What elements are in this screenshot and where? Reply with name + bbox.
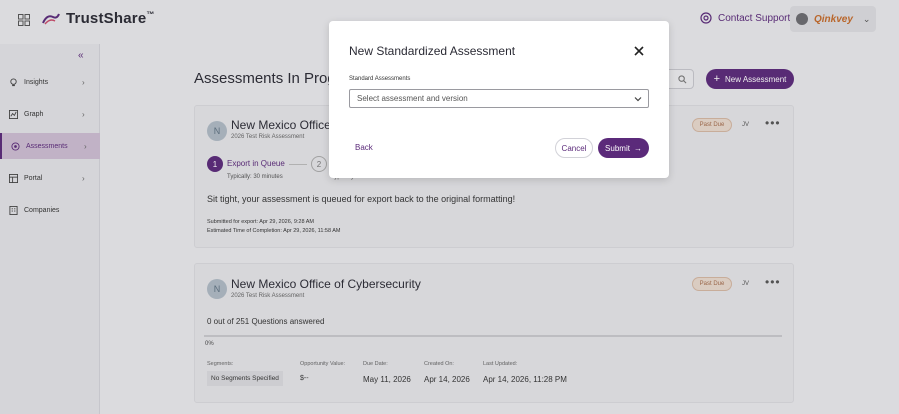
close-button[interactable] [631, 43, 647, 59]
sidebar-item-label: Companies [24, 206, 60, 214]
back-button[interactable]: Back [349, 139, 379, 155]
sidebar-item-label: Assessments [26, 142, 68, 150]
companies-icon [9, 205, 18, 215]
sidebar: « Insights › Graph › Assessments › Porta… [0, 44, 100, 414]
sidebar-item-label: Insights [24, 78, 49, 86]
opportunity-value: $-- [300, 375, 309, 382]
card-avatar: N [207, 279, 227, 299]
trustshare-logo-icon [42, 13, 60, 24]
assessment-select[interactable]: Select assessment and version [349, 89, 649, 108]
segments-value: No Segments Specified [207, 371, 283, 386]
user-menu[interactable]: Qinkvey ⌄ [790, 6, 876, 32]
new-assessment-button[interactable]: + New Assessment [706, 69, 794, 89]
estimated-time: Estimated Time of Completion: Apr 29, 20… [207, 228, 341, 234]
sidebar-item-label: Graph [24, 110, 44, 118]
assessment-card[interactable]: N New Mexico Office of Cybersecurity 202… [194, 263, 794, 403]
card-title[interactable]: New Mexico Office of [231, 118, 344, 132]
step-label: Export in Queue [227, 159, 285, 168]
sidebar-item-label: Portal [24, 174, 43, 182]
card-title[interactable]: New Mexico Office of Cybersecurity [231, 277, 421, 291]
assessment-icon [11, 141, 20, 151]
sidebar-item-companies[interactable]: Companies [0, 197, 100, 223]
portal-icon [9, 173, 18, 183]
step-connector [289, 164, 307, 165]
card-subtitle: 2026 Test Risk Assessment [231, 134, 305, 140]
due-date-value: May 11, 2026 [363, 375, 411, 384]
status-badge: Past Due [692, 118, 732, 132]
progress-label: 0% [205, 341, 214, 347]
sidebar-item-portal[interactable]: Portal › [0, 165, 100, 191]
plus-icon: + [713, 73, 721, 85]
opportunity-label: Opportunity Value: [300, 361, 346, 367]
logo-text: TrustShare™ [66, 10, 155, 27]
created-label: Created On: [424, 361, 454, 367]
more-options-icon[interactable]: ••• [765, 116, 781, 130]
chevron-right-icon: › [82, 77, 85, 87]
last-updated-value: Apr 14, 2026, 11:28 PM [483, 375, 567, 384]
trustshare-logo[interactable]: TrustShare™ [42, 10, 155, 27]
submit-button[interactable]: Submit → [598, 138, 649, 158]
sidebar-item-graph[interactable]: Graph › [0, 101, 100, 127]
chevron-right-icon: › [84, 141, 87, 151]
new-assessment-label: New Assessment [725, 74, 787, 84]
chevron-down-icon [634, 97, 642, 102]
select-placeholder: Select assessment and version [357, 94, 468, 103]
new-assessment-modal: New Standardized Assessment Standard Ass… [329, 21, 669, 178]
page-title: Assessments In Progre [194, 70, 350, 87]
standard-assessments-label: Standard Assessments [349, 76, 411, 82]
last-updated-label: Last Updated: [483, 361, 518, 367]
modal-title: New Standardized Assessment [349, 44, 516, 58]
chevron-down-icon: ⌄ [862, 13, 871, 24]
chevron-right-icon: › [82, 109, 85, 119]
cancel-button[interactable]: Cancel [555, 138, 593, 158]
step-duration: Typically: 30 minutes [227, 174, 283, 180]
sidebar-item-insights[interactable]: Insights › [0, 69, 100, 95]
step-indicator: 2 [311, 156, 327, 172]
more-options-icon[interactable]: ••• [765, 275, 781, 289]
created-value: Apr 14, 2026 [424, 375, 470, 384]
arrow-right-icon: → [633, 143, 642, 153]
due-date-label: Due Date: [363, 361, 388, 367]
sidebar-item-assessments[interactable]: Assessments › [0, 133, 100, 159]
step-indicator: 1 [207, 156, 223, 172]
questions-answered: 0 out of 251 Questions answered [207, 317, 325, 326]
submitted-time: Submitted for export: Apr 29, 2026, 9:28… [207, 219, 315, 225]
graph-icon [9, 109, 18, 119]
support-icon [700, 12, 712, 24]
card-avatar: N [207, 121, 227, 141]
progress-bar [204, 335, 782, 337]
close-icon [634, 46, 644, 56]
grid-icon [18, 14, 30, 26]
card-subtitle: 2026 Test Risk Assessment [231, 293, 305, 299]
collapse-sidebar-icon[interactable]: « [78, 50, 84, 61]
contact-support-link[interactable]: Contact Support [700, 12, 790, 24]
contact-support-label: Contact Support [718, 12, 791, 24]
company-brand: Qinkvey [814, 13, 853, 25]
apps-grid-button[interactable] [12, 8, 36, 32]
segments-label: Segments: [207, 361, 234, 367]
queue-message: Sit tight, your assessment is queued for… [207, 194, 516, 204]
status-badge: Past Due [692, 277, 732, 291]
search-icon [678, 75, 687, 84]
assignee-initials: JV [742, 281, 750, 287]
assignee-initials: JV [742, 122, 750, 128]
submit-label: Submit [605, 143, 630, 153]
lightbulb-icon [10, 77, 17, 86]
chevron-right-icon: › [82, 173, 85, 183]
user-avatar [796, 13, 808, 25]
